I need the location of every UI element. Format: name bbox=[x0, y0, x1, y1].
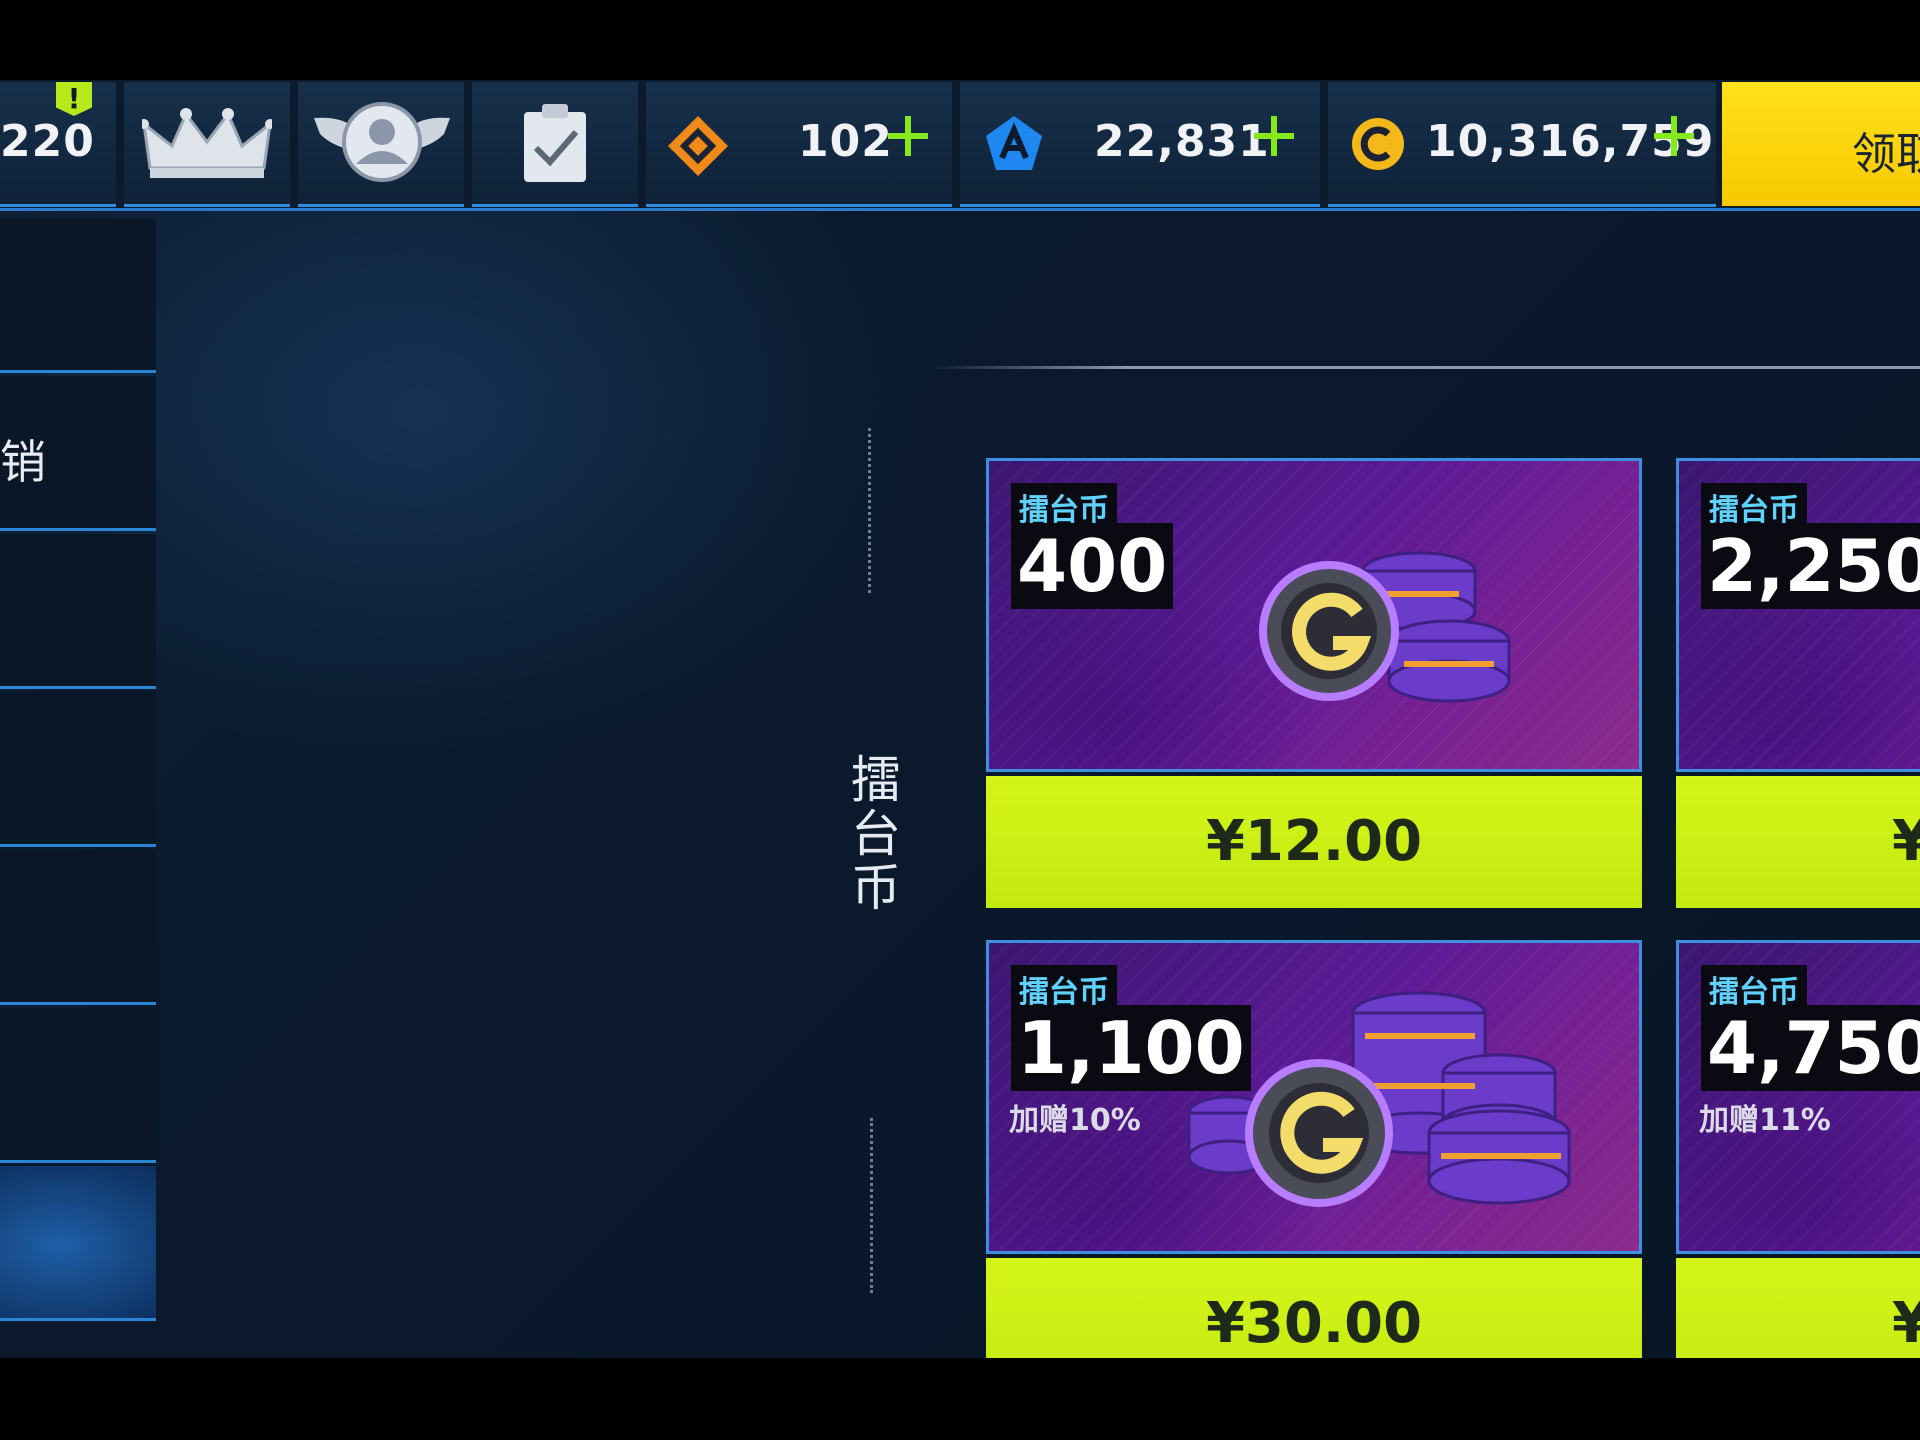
top-bar: 220 ! 102 22,831 10,316,759 领取 bbox=[0, 80, 1920, 211]
orange-diamond-coin-icon bbox=[668, 116, 728, 176]
add-blueprints-icon[interactable] bbox=[1252, 114, 1296, 158]
sidebar-item-6[interactable] bbox=[0, 1008, 156, 1163]
add-tokens-icon[interactable] bbox=[886, 114, 930, 158]
bonus-label: 加赠10% bbox=[1009, 1103, 1141, 1138]
tokens-value: 102 bbox=[798, 116, 893, 167]
sidebar-item-3[interactable] bbox=[0, 534, 156, 689]
price-button[interactable]: ¥12.00 bbox=[986, 776, 1642, 908]
coin-pack-image: 擂台币 4,750 加赠11% bbox=[1676, 940, 1920, 1254]
crown-icon bbox=[142, 108, 272, 178]
winged-profile-icon bbox=[314, 102, 450, 182]
sidebar-item-2[interactable]: 销 bbox=[0, 376, 156, 531]
sidebar-item-1[interactable] bbox=[0, 218, 156, 373]
shop-content: 擂台币 擂台币 400 ¥12.00 擂台币 2,250 ¥ 擂台币 1,100… bbox=[158, 218, 1920, 1360]
sidebar: 销 bbox=[0, 218, 158, 1360]
pack-amount: 4,750 bbox=[1701, 1005, 1920, 1091]
sidebar-item-7-active[interactable] bbox=[0, 1166, 156, 1321]
credits-currency[interactable]: 10,316,759 bbox=[1328, 82, 1716, 207]
game-screen: 220 ! 102 22,831 10,316,759 领取 销 擂台币 擂台币… bbox=[0, 80, 1920, 1360]
letterbox-bottom bbox=[0, 1358, 1920, 1440]
price-button[interactable]: ¥30.00 bbox=[986, 1258, 1642, 1360]
dotted-divider-top bbox=[868, 428, 871, 593]
claim-label: 领取 bbox=[1852, 129, 1920, 180]
sidebar-item-4[interactable] bbox=[0, 692, 156, 847]
level-value: 220 bbox=[0, 116, 95, 167]
price-button[interactable]: ¥ bbox=[1676, 776, 1920, 908]
coin-pack-image: 擂台币 400 bbox=[986, 458, 1642, 772]
coin-pack-image: 擂台币 2,250 bbox=[1676, 458, 1920, 772]
category-label: 擂台币 bbox=[843, 753, 901, 915]
blue-a-pentagon-icon bbox=[986, 116, 1042, 170]
claim-button[interactable]: 领取 bbox=[1722, 82, 1920, 206]
g-coin-stack-icon bbox=[1187, 991, 1571, 1207]
blueprints-value: 22,831 bbox=[1094, 116, 1270, 167]
g-coin-stack-icon bbox=[1259, 551, 1511, 703]
coin-pack-image: 擂台币 1,100 加赠10% bbox=[986, 940, 1642, 1254]
add-credits-icon[interactable] bbox=[1652, 114, 1696, 158]
gold-c-coin-icon bbox=[1352, 118, 1404, 170]
bonus-label: 加赠11% bbox=[1699, 1103, 1831, 1138]
pack-amount: 2,250 bbox=[1701, 523, 1920, 609]
crown-button[interactable] bbox=[124, 82, 290, 207]
sidebar-item-label: 销 bbox=[0, 435, 46, 489]
profile-button[interactable] bbox=[298, 82, 464, 207]
section-divider bbox=[928, 366, 1920, 369]
blueprints-currency[interactable]: 22,831 bbox=[960, 82, 1320, 207]
sidebar-item-5[interactable] bbox=[0, 850, 156, 1005]
tasks-button[interactable] bbox=[472, 82, 638, 207]
dotted-divider-bottom bbox=[870, 1118, 873, 1293]
tokens-currency[interactable]: 102 bbox=[646, 82, 952, 207]
clipboard-check-icon bbox=[524, 104, 586, 182]
price-button[interactable]: ¥ bbox=[1676, 1258, 1920, 1360]
pack-amount: 400 bbox=[1011, 523, 1174, 609]
